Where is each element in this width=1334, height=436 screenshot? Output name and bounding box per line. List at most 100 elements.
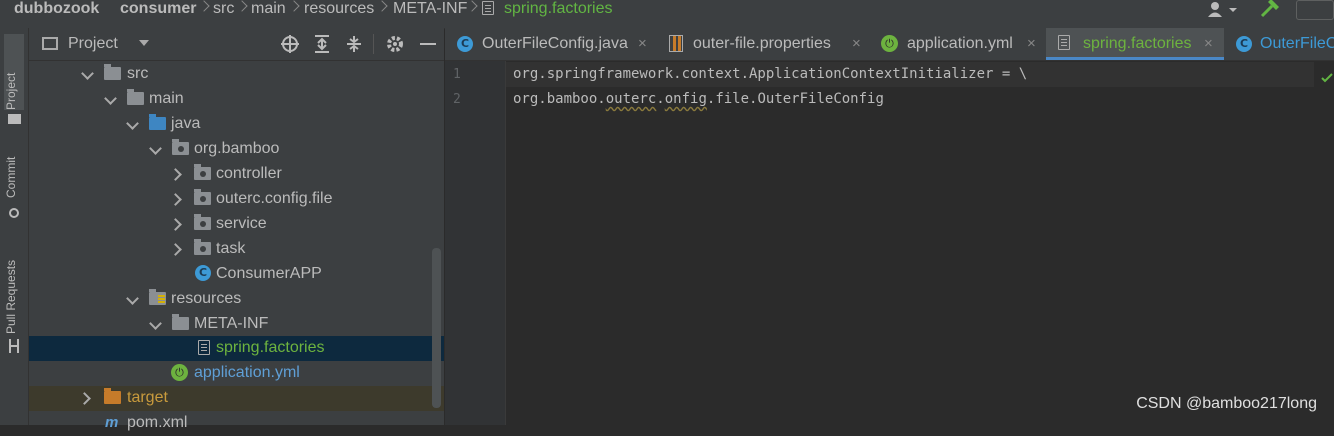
chevron-down-icon[interactable] — [149, 142, 162, 155]
project-panel-title[interactable]: Project — [68, 35, 118, 53]
close-icon[interactable]: × — [638, 28, 647, 60]
collapse-all-icon[interactable] — [346, 35, 362, 53]
tree-label: java — [171, 115, 201, 132]
tree-item-pom-xml[interactable]: m pom.xml — [29, 411, 444, 436]
breadcrumb-main[interactable]: main — [251, 0, 286, 18]
tab-outerfileconfig-partial[interactable]: C OuterFileC — [1224, 28, 1334, 60]
code-line-1[interactable]: org.springframework.context.ApplicationC… — [513, 66, 1027, 82]
tree-label: ConsumerAPP — [216, 265, 322, 282]
minimize-icon[interactable] — [420, 43, 436, 45]
tree-item-org-bamboo[interactable]: org.bamboo — [29, 137, 444, 162]
file-icon — [1058, 35, 1070, 50]
locate-icon[interactable] — [281, 35, 299, 53]
file-icon — [482, 1, 494, 15]
class-icon: C — [195, 265, 211, 281]
expand-all-icon[interactable] — [314, 35, 330, 53]
checkmark-icon[interactable] — [1321, 73, 1333, 83]
folder-icon — [172, 314, 189, 330]
close-icon[interactable]: × — [852, 28, 861, 60]
tree-item-src[interactable]: src — [29, 62, 444, 87]
tab-outerfileconfig-java[interactable]: C OuterFileConfig.java × — [445, 28, 655, 60]
chevron-down-icon[interactable] — [139, 40, 149, 46]
tool-window-commit[interactable]: Commit — [4, 128, 24, 198]
chevron-right-icon — [376, 0, 388, 12]
chevron-down-icon[interactable] — [126, 117, 139, 130]
tree-item-spring-factories[interactable]: spring.factories — [29, 336, 444, 361]
tree-item-service[interactable]: service — [29, 212, 444, 237]
tree-item-resources[interactable]: resources — [29, 287, 444, 312]
tree-label: META-INF — [194, 315, 269, 332]
scrollbar-thumb[interactable] — [432, 248, 441, 408]
tree-label: application.yml — [194, 364, 300, 381]
hammer-icon[interactable] — [1258, 0, 1282, 18]
run-config-selector[interactable] — [1296, 0, 1334, 20]
source-folder-icon — [149, 114, 166, 130]
tree-item-meta-inf[interactable]: META-INF — [29, 312, 444, 337]
code-editor[interactable]: org.springframework.context.ApplicationC… — [506, 61, 1334, 425]
gear-icon[interactable] — [386, 35, 404, 53]
chevron-right-icon — [288, 0, 300, 12]
breadcrumb-project[interactable]: dubbozook — [14, 0, 99, 18]
breadcrumb-file[interactable]: spring.factories — [504, 0, 613, 18]
tab-label: outer-file.properties — [693, 35, 831, 52]
tree-label: controller — [216, 165, 282, 182]
tree-item-target[interactable]: target — [29, 386, 444, 411]
chevron-down-icon[interactable] — [149, 317, 162, 330]
tool-window-project[interactable]: Project — [4, 34, 24, 110]
commit-icon — [9, 208, 19, 218]
user-icon[interactable] — [1207, 1, 1239, 17]
chevron-down-icon[interactable] — [104, 92, 117, 105]
tree-item-consumerapp[interactable]: C ConsumerAPP — [29, 262, 444, 287]
tree-item-task[interactable]: task — [29, 237, 444, 262]
class-icon: C — [1236, 36, 1252, 52]
tree-item-outerc-config-file[interactable]: outerc.config.file — [29, 187, 444, 212]
tree-label: org.bamboo — [194, 140, 280, 157]
editor-tabs: C OuterFileConfig.java × outer-file.prop… — [445, 28, 1334, 61]
resources-folder-icon — [149, 289, 166, 305]
tree-item-controller[interactable]: controller — [29, 162, 444, 187]
tab-spring-factories[interactable]: spring.factories × — [1046, 28, 1224, 60]
tree-label: main — [149, 90, 184, 107]
chevron-right-icon — [236, 0, 248, 12]
folder-icon — [8, 114, 21, 124]
chevron-down-icon[interactable] — [126, 292, 139, 305]
code-line-2[interactable]: org.bamboo.outerc.onfig.file.OuterFileCo… — [513, 91, 884, 107]
chevron-right-icon[interactable] — [169, 243, 182, 256]
breadcrumb-resources[interactable]: resources — [304, 0, 374, 18]
tree-item-application-yml[interactable]: application.yml — [29, 361, 444, 386]
tree-label: resources — [171, 290, 242, 307]
excluded-folder-icon — [104, 388, 121, 404]
tab-outer-file-properties[interactable]: outer-file.properties × — [655, 28, 869, 60]
breadcrumb-module[interactable]: consumer — [120, 0, 196, 18]
tree-item-main[interactable]: main — [29, 87, 444, 112]
file-icon — [198, 340, 210, 355]
chevron-right-icon[interactable] — [78, 392, 91, 405]
chevron-right-icon — [198, 0, 210, 12]
chevron-right-icon[interactable] — [169, 168, 182, 181]
code-token-typo: onfig — [664, 91, 707, 107]
chevron-right-icon — [466, 0, 478, 12]
chevron-down-icon[interactable] — [81, 67, 94, 80]
chevron-right-icon[interactable] — [169, 193, 182, 206]
spring-icon — [881, 35, 898, 52]
tree-item-java[interactable]: java — [29, 112, 444, 137]
package-icon — [172, 139, 189, 155]
tree-label: task — [216, 240, 246, 257]
project-view-icon — [42, 37, 58, 50]
tree-label: target — [127, 389, 168, 406]
code-token: org.bamboo. — [513, 91, 606, 107]
tree-label: pom.xml — [127, 414, 188, 431]
folder-icon — [127, 89, 144, 105]
editor-gutter: 1 2 — [445, 61, 506, 425]
tab-label: OuterFileC — [1260, 35, 1334, 52]
breadcrumb-src[interactable]: src — [213, 0, 234, 18]
tool-window-pull-requests[interactable]: Pull Requests — [4, 224, 24, 334]
folder-icon — [104, 64, 121, 80]
breadcrumb-meta-inf[interactable]: META-INF — [393, 0, 467, 18]
tab-application-yml[interactable]: application.yml × — [869, 28, 1045, 60]
line-number: 1 — [453, 67, 461, 82]
close-icon[interactable]: × — [1204, 28, 1213, 60]
chevron-right-icon[interactable] — [169, 218, 182, 231]
close-icon[interactable]: × — [1027, 28, 1036, 60]
tree-label: service — [216, 215, 267, 232]
